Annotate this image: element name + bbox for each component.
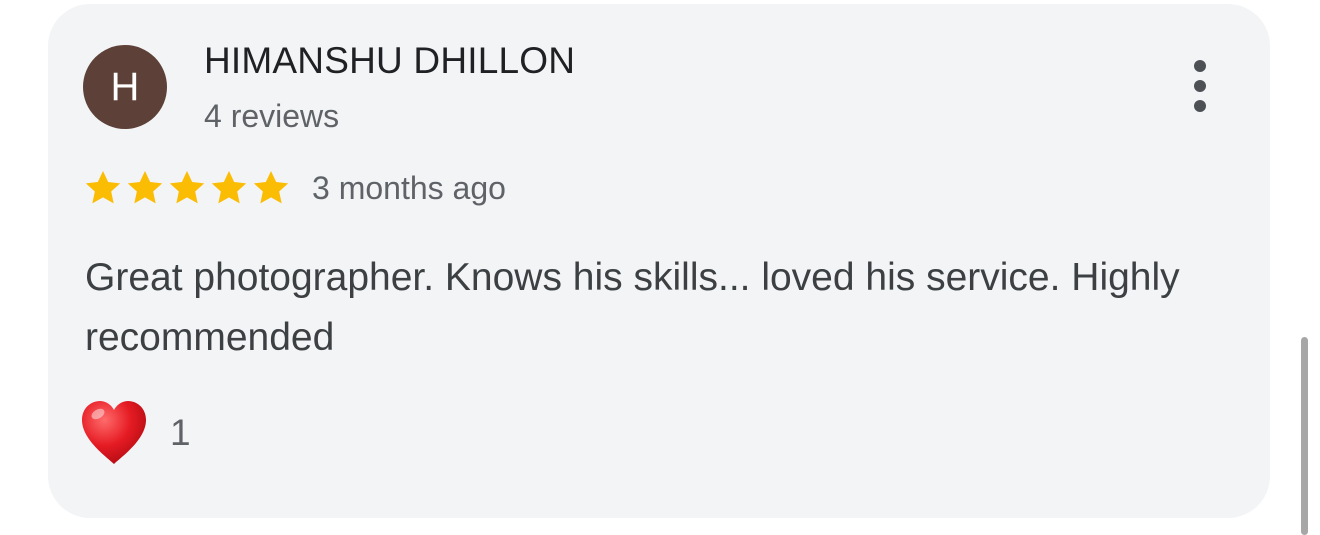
review-text: Great photographer. Knows his skills... … [85,256,1180,359]
scrollbar[interactable] [1301,337,1308,535]
star-rating [83,168,293,208]
star-icon [211,171,247,204]
review-time: 3 months ago [312,170,506,206]
star-icon [253,171,289,204]
reaction-count: 1 [170,412,191,453]
star-icon [169,171,205,204]
reviewer-name[interactable]: HIMANSHU DHILLON [204,40,575,82]
avatar[interactable]: H [83,45,167,129]
star-icon [85,171,121,204]
reviewer-review-count[interactable]: 4 reviews [204,98,339,135]
star-icon [127,171,163,204]
heart-icon [82,401,146,464]
more-options-button[interactable] [1180,60,1220,116]
